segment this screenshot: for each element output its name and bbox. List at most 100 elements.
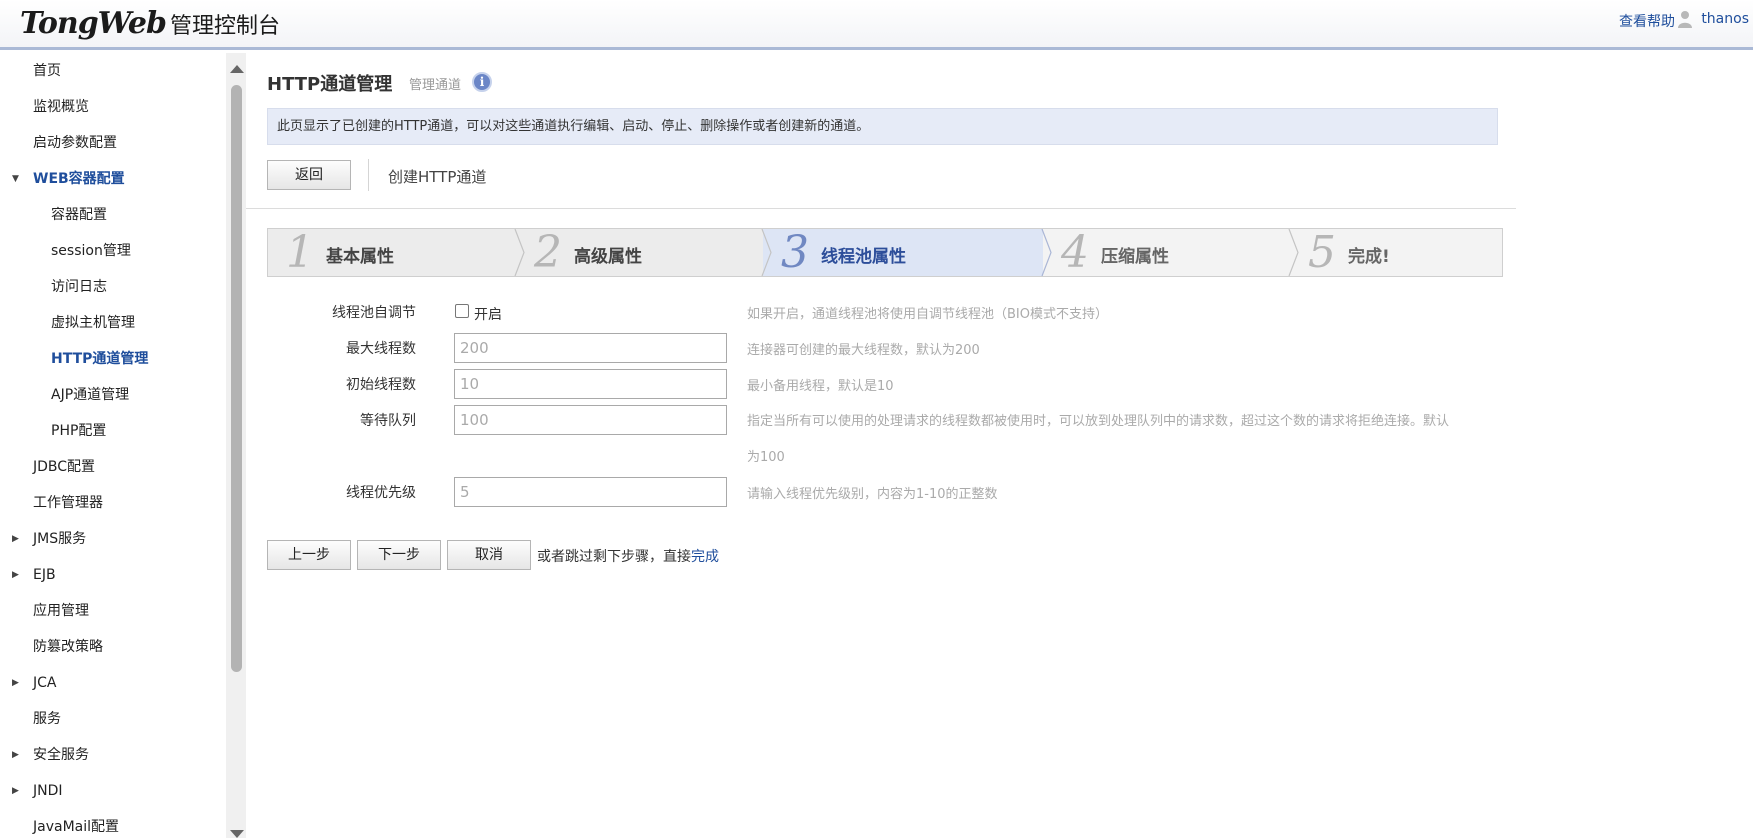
sidebar-item-services[interactable]: 服务 bbox=[0, 701, 226, 737]
sidebar-item-javamail[interactable]: JavaMail配置 bbox=[0, 809, 226, 838]
sidebar-item-label: 安全服务 bbox=[33, 747, 89, 763]
min-threads-label: 初始线程数 bbox=[346, 377, 416, 393]
sidebar-scrollbar[interactable] bbox=[226, 53, 246, 838]
autoscale-hint: 如果开启，通道线程池将使用自调节线程池（BIO模式不支持） bbox=[747, 307, 1108, 322]
back-button[interactable]: 返回 bbox=[267, 160, 351, 190]
step-label: 线程池属性 bbox=[821, 247, 906, 267]
autoscale-checkbox-label[interactable]: 开启 bbox=[474, 304, 502, 324]
max-threads-label: 最大线程数 bbox=[346, 341, 416, 357]
sidebar-item-label: EJB bbox=[33, 567, 56, 583]
wizard-step-2: 2 高级属性 bbox=[516, 229, 763, 276]
max-threads-input[interactable]: 200 bbox=[454, 333, 727, 363]
sidebar-item-security[interactable]: ▶ 安全服务 bbox=[0, 737, 226, 773]
sidebar-item-label: 访问日志 bbox=[51, 279, 107, 295]
sidebar-item-startup-params[interactable]: 启动参数配置 bbox=[0, 125, 226, 161]
finish-link[interactable]: 完成 bbox=[691, 549, 719, 565]
top-header: TongWeb 管理控制台 查看帮助 thanos bbox=[0, 0, 1753, 50]
sidebar-item-label: AJP通道管理 bbox=[51, 387, 130, 403]
scroll-up-arrow-icon[interactable] bbox=[230, 65, 244, 73]
min-threads-hint: 最小备用线程，默认是10 bbox=[747, 379, 894, 394]
step-number: 3 bbox=[781, 228, 809, 277]
priority-input[interactable]: 5 bbox=[454, 477, 727, 507]
step-label: 高级属性 bbox=[574, 247, 642, 267]
wizard-step-3: 3 线程池属性 bbox=[763, 229, 1043, 276]
sidebar-item-jndi[interactable]: ▶ JNDI bbox=[0, 773, 226, 809]
page-title: HTTP通道管理 bbox=[267, 74, 393, 95]
step-number: 5 bbox=[1308, 228, 1336, 277]
sidebar-nav: 首页 监视概览 启动参数配置 ▼ WEB容器配置 容器配置 session管理 访… bbox=[0, 53, 226, 838]
step-label: 完成! bbox=[1348, 247, 1390, 267]
user-icon bbox=[1678, 11, 1692, 28]
logo-text: TongWeb bbox=[20, 6, 167, 41]
sidebar-item-label: JMS服务 bbox=[33, 531, 87, 547]
step-number: 2 bbox=[534, 228, 562, 277]
sidebar-item-session[interactable]: session管理 bbox=[0, 233, 226, 269]
cancel-button[interactable]: 取消 bbox=[447, 540, 531, 570]
max-threads-hint: 连接器可创建的最大线程数，默认为200 bbox=[747, 343, 980, 358]
page-description: 此页显示了已创建的HTTP通道，可以对这些通道执行编辑、启动、停止、删除操作或者… bbox=[267, 108, 1498, 145]
sidebar-item-label: PHP配置 bbox=[51, 423, 107, 439]
help-link[interactable]: 查看帮助 bbox=[1619, 11, 1675, 31]
caret-right-icon[interactable]: ▶ bbox=[12, 737, 19, 773]
skip-text: 或者跳过剩下步骤，直接完成 bbox=[537, 546, 719, 566]
sidebar-item-access-log[interactable]: 访问日志 bbox=[0, 269, 226, 305]
caret-right-icon[interactable]: ▶ bbox=[12, 773, 19, 809]
sidebar-item-jdbc[interactable]: JDBC配置 bbox=[0, 449, 226, 485]
scrollbar-thumb[interactable] bbox=[231, 85, 242, 672]
sidebar-item-label: JDBC配置 bbox=[33, 459, 96, 475]
priority-hint: 请输入线程优先级别，内容为1-10的正整数 bbox=[747, 487, 998, 502]
sidebar-item-label: 启动参数配置 bbox=[33, 135, 117, 151]
sidebar-item-jca[interactable]: ▶ JCA bbox=[0, 665, 226, 701]
caret-right-icon[interactable]: ▶ bbox=[12, 665, 19, 701]
sidebar-item-label: 虚拟主机管理 bbox=[51, 315, 135, 331]
queue-input[interactable]: 100 bbox=[454, 405, 727, 435]
sidebar-item-label: 监视概览 bbox=[33, 99, 89, 115]
info-icon[interactable]: i bbox=[472, 72, 492, 92]
sidebar-item-jms[interactable]: ▶ JMS服务 bbox=[0, 521, 226, 557]
sidebar-item-web-container[interactable]: ▼ WEB容器配置 bbox=[0, 161, 226, 197]
min-threads-input[interactable]: 10 bbox=[454, 369, 727, 399]
step-label: 基本属性 bbox=[326, 247, 394, 267]
sidebar-item-label: 首页 bbox=[33, 63, 61, 79]
sidebar-item-label: JNDI bbox=[33, 783, 63, 799]
sidebar-item-label: 容器配置 bbox=[51, 207, 107, 223]
sidebar-item-work-manager[interactable]: 工作管理器 bbox=[0, 485, 226, 521]
sidebar-item-monitor-overview[interactable]: 监视概览 bbox=[0, 89, 226, 125]
queue-label: 等待队列 bbox=[360, 413, 416, 429]
step-separator-icon bbox=[1288, 229, 1299, 276]
sidebar-item-tamper-policy[interactable]: 防篡改策略 bbox=[0, 629, 226, 665]
sidebar-item-label: JCA bbox=[33, 675, 57, 691]
tongweb-logo: TongWeb 管理控制台 bbox=[20, 6, 280, 41]
sidebar-item-label: WEB容器配置 bbox=[33, 171, 125, 187]
caret-right-icon[interactable]: ▶ bbox=[12, 521, 19, 557]
sidebar-item-label: 工作管理器 bbox=[33, 495, 103, 511]
page-subtitle: 管理通道 bbox=[409, 78, 462, 93]
sidebar-item-php-config[interactable]: PHP配置 bbox=[0, 413, 226, 449]
username[interactable]: thanos bbox=[1701, 11, 1749, 27]
autoscale-checkbox[interactable] bbox=[455, 304, 469, 318]
autoscale-label: 线程池自调节 bbox=[332, 305, 416, 321]
caret-down-icon[interactable]: ▼ bbox=[12, 161, 19, 197]
sidebar-item-container-config[interactable]: 容器配置 bbox=[0, 197, 226, 233]
next-step-button[interactable]: 下一步 bbox=[357, 540, 441, 570]
prev-step-button[interactable]: 上一步 bbox=[267, 540, 351, 570]
wizard-step-5: 5 完成! bbox=[1290, 229, 1502, 276]
step-number: 1 bbox=[286, 228, 314, 277]
skip-text-label: 或者跳过剩下步骤，直接 bbox=[537, 549, 691, 565]
scroll-down-arrow-icon[interactable] bbox=[230, 830, 244, 838]
queue-hint-continued: 为100 bbox=[747, 450, 785, 465]
queue-hint: 指定当所有可以使用的处理请求的线程数都被使用时，可以放到处理队列中的请求数，超过… bbox=[747, 414, 1450, 429]
breadcrumb: 创建HTTP通道 bbox=[388, 168, 487, 186]
sidebar-item-ajp-channel[interactable]: AJP通道管理 bbox=[0, 377, 226, 413]
sidebar-item-label: JavaMail配置 bbox=[33, 819, 120, 835]
section-divider bbox=[246, 208, 1516, 209]
sidebar-item-app-management[interactable]: 应用管理 bbox=[0, 593, 226, 629]
sidebar-item-home[interactable]: 首页 bbox=[0, 53, 226, 89]
sidebar-item-ejb[interactable]: ▶ EJB bbox=[0, 557, 226, 593]
sidebar-item-http-channel[interactable]: HTTP通道管理 bbox=[0, 341, 226, 377]
sidebar-item-virtual-host[interactable]: 虚拟主机管理 bbox=[0, 305, 226, 341]
sidebar-item-label: session管理 bbox=[51, 243, 131, 259]
wizard-step-4: 4 压缩属性 bbox=[1043, 229, 1290, 276]
caret-right-icon[interactable]: ▶ bbox=[12, 557, 19, 593]
sidebar-item-label: HTTP通道管理 bbox=[51, 351, 149, 367]
